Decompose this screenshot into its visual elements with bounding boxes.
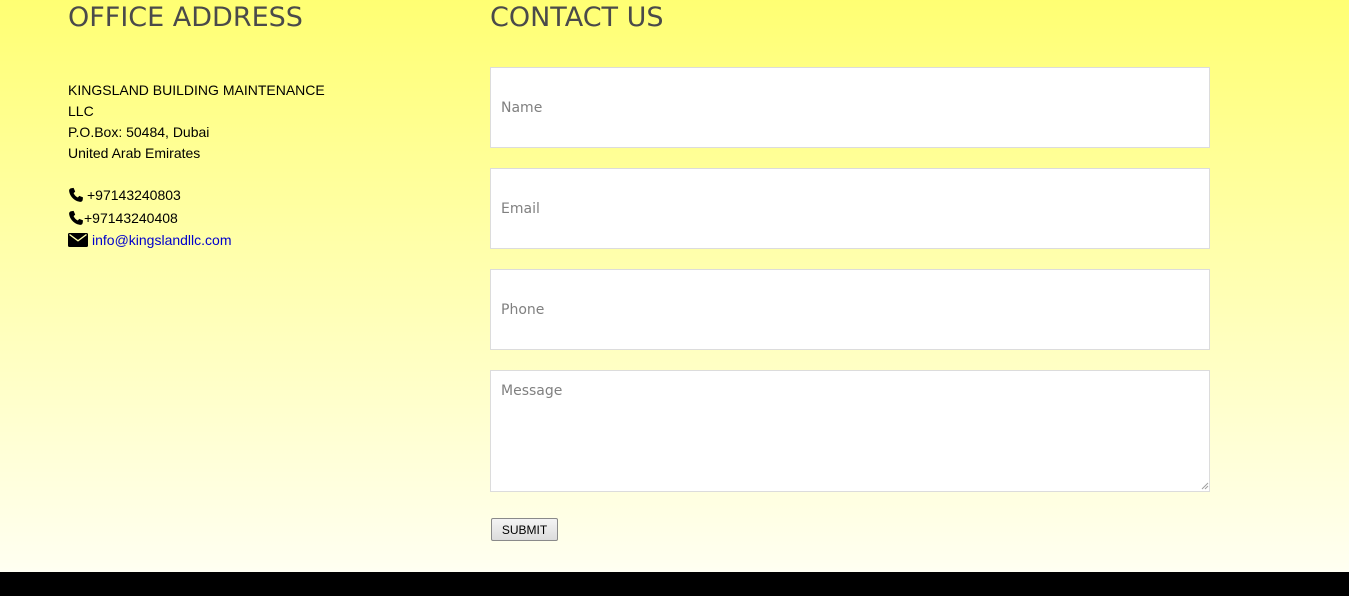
- address-line-company-suffix: LLC: [68, 103, 94, 119]
- resize-grip-icon[interactable]: [1200, 481, 1209, 490]
- office-address: KINGSLAND BUILDING MAINTENANCE LLC P.O.B…: [68, 80, 328, 164]
- office-address-heading: OFFICE ADDRESS: [68, 2, 303, 33]
- phone-line-1: +97143240803: [68, 184, 232, 207]
- phone-input[interactable]: [490, 269, 1210, 350]
- envelope-icon: [68, 233, 88, 248]
- address-line-company: KINGSLAND BUILDING MAINTENANCE: [68, 82, 325, 98]
- phone-line-2: +97143240408: [68, 207, 232, 230]
- address-line-pobox: P.O.Box: 50484, Dubai: [68, 124, 210, 140]
- email-line: info@kingslandllc.com: [68, 229, 232, 252]
- name-input[interactable]: [490, 67, 1210, 148]
- email-input[interactable]: [490, 168, 1210, 249]
- phone-number-1: +97143240803: [87, 187, 181, 204]
- phone-number-2: +97143240408: [84, 209, 178, 226]
- contact-us-heading: CONTACT US: [490, 2, 664, 33]
- message-textarea[interactable]: [490, 370, 1210, 492]
- submit-button[interactable]: SUBMIT: [491, 518, 558, 541]
- footer-bar: [0, 572, 1349, 596]
- contact-details: +97143240803 +97143240408 info@kingsland…: [68, 184, 232, 252]
- email-link[interactable]: info@kingslandllc.com: [92, 232, 232, 248]
- phone-icon: [69, 210, 83, 225]
- phone-icon: [69, 188, 83, 203]
- address-line-country: United Arab Emirates: [68, 145, 201, 161]
